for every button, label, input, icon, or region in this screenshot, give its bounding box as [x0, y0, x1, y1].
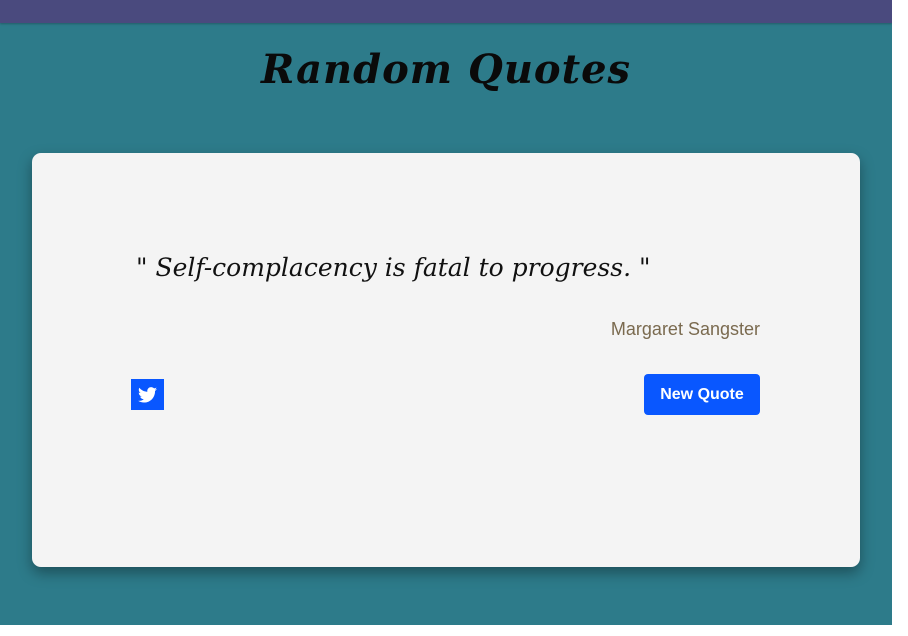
top-bar — [0, 0, 892, 23]
quote-author: Margaret Sangster — [610, 319, 760, 339]
new-quote-button[interactable]: New Quote — [644, 374, 760, 415]
quote-text: " Self-complacency is fatal to progress.… — [136, 253, 651, 282]
tweet-quote-button[interactable] — [131, 379, 164, 410]
quote-card: " Self-complacency is fatal to progress.… — [32, 153, 860, 567]
twitter-icon — [138, 386, 157, 403]
page-title: Random Quotes — [260, 46, 632, 93]
page-viewport: Random Quotes " Self-complacency is fata… — [0, 0, 892, 625]
